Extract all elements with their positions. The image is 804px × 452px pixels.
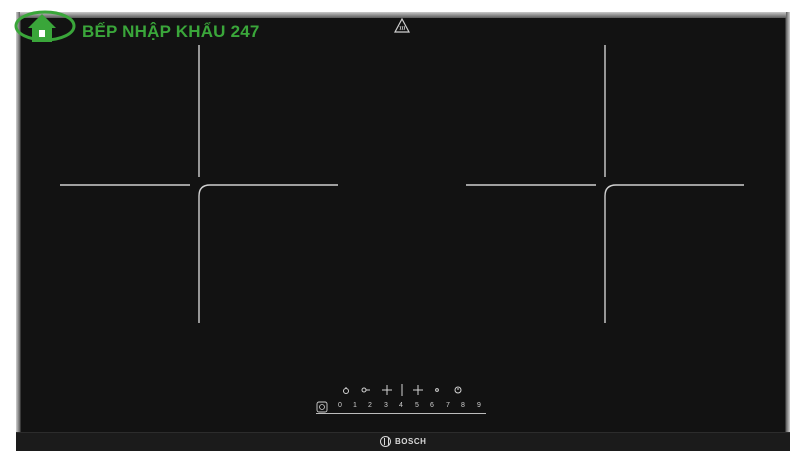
level-6[interactable]: 6 [430, 402, 434, 409]
dot-icon[interactable] [435, 388, 439, 392]
power-icon[interactable] [316, 401, 328, 413]
level-0[interactable]: 0 [338, 402, 342, 409]
watermark: BẾP NHẬP KHẨU 247 [14, 4, 260, 48]
level-2[interactable]: 2 [368, 402, 372, 409]
level-1[interactable]: 1 [353, 402, 357, 409]
key-icon[interactable] [361, 387, 370, 393]
level-4[interactable]: 4 [399, 402, 403, 409]
level-3[interactable]: 3 [384, 402, 388, 409]
left-zone-corner [198, 184, 338, 323]
level-9[interactable]: 9 [477, 402, 481, 409]
brand-label: BOSCH [380, 436, 426, 447]
bosch-logo-icon [380, 436, 391, 447]
timer-icon[interactable] [454, 386, 462, 394]
child-lock-icon[interactable] [343, 387, 349, 394]
hot-surface-warning-icon [394, 18, 410, 33]
control-icons-row [343, 384, 462, 396]
house-logo-icon [14, 10, 76, 42]
watermark-text: BẾP NHẬP KHẨU 247 [82, 22, 260, 41]
plus-left-icon[interactable] [382, 385, 392, 395]
level-5[interactable]: 5 [415, 402, 419, 409]
plus-right-icon[interactable] [413, 385, 423, 395]
level-8[interactable]: 8 [461, 402, 465, 409]
right-zone-corner [604, 184, 744, 323]
brand-name: BOSCH [395, 437, 427, 446]
level-7[interactable]: 7 [446, 402, 450, 409]
